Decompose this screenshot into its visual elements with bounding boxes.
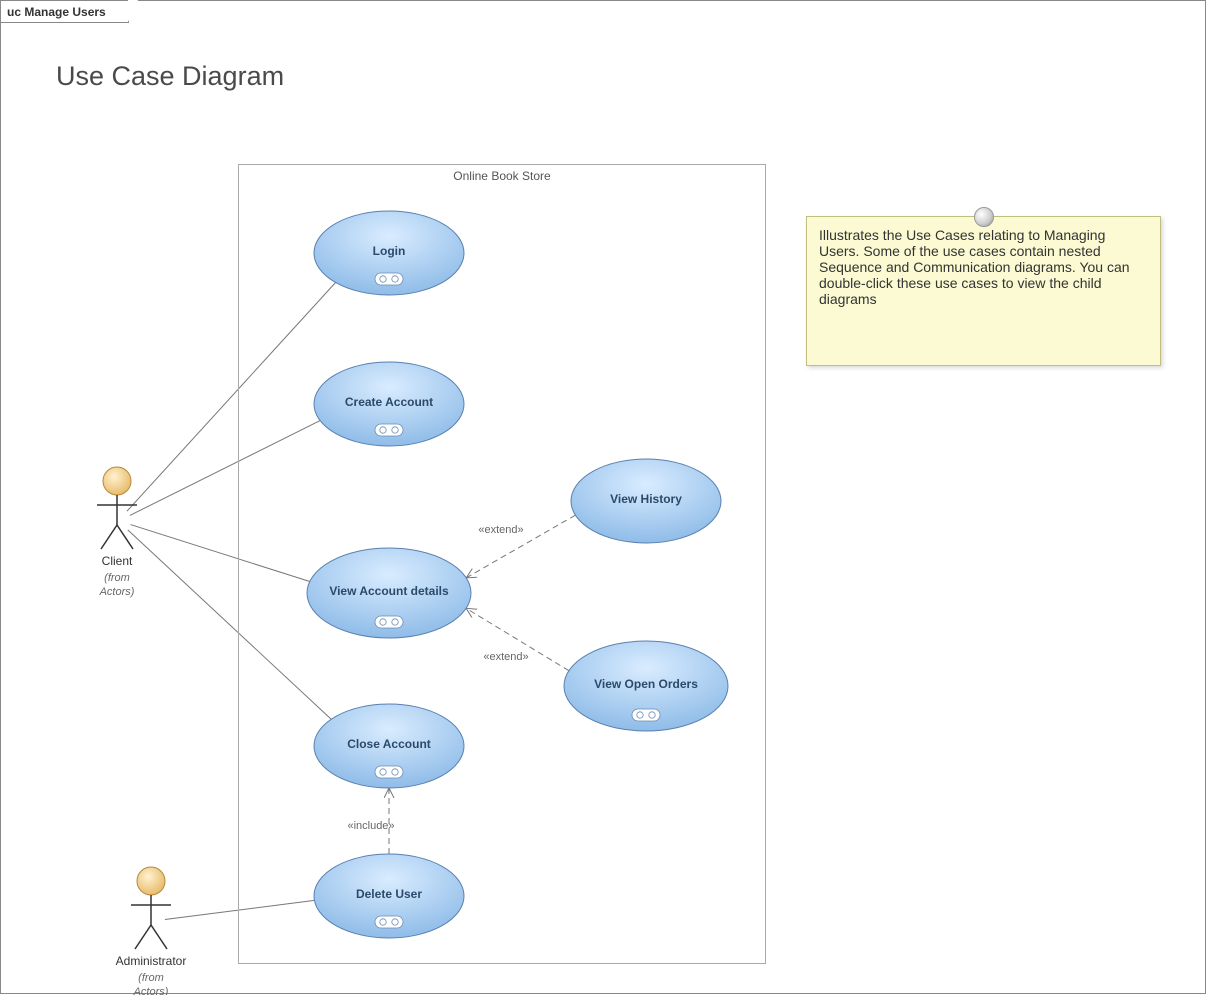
system-boundary-label: Online Book Store: [239, 169, 765, 183]
pin-icon: [974, 207, 994, 227]
note-text: Illustrates the Use Cases relating to Ma…: [819, 227, 1130, 307]
actor-sub1: (from: [104, 572, 130, 584]
system-boundary: Online Book Store: [238, 164, 766, 964]
actor-name: Client: [102, 554, 133, 568]
note: Illustrates the Use Cases relating to Ma…: [806, 216, 1161, 366]
actor-name: Administrator: [116, 954, 187, 968]
diagram-frame: uc Manage Users Use Case Diagram «extend…: [0, 0, 1206, 994]
actor-sub1: (from: [138, 972, 164, 984]
actor-sub2: Actors): [99, 586, 135, 598]
actor-admin[interactable]: Administrator(fromActors): [116, 867, 187, 995]
